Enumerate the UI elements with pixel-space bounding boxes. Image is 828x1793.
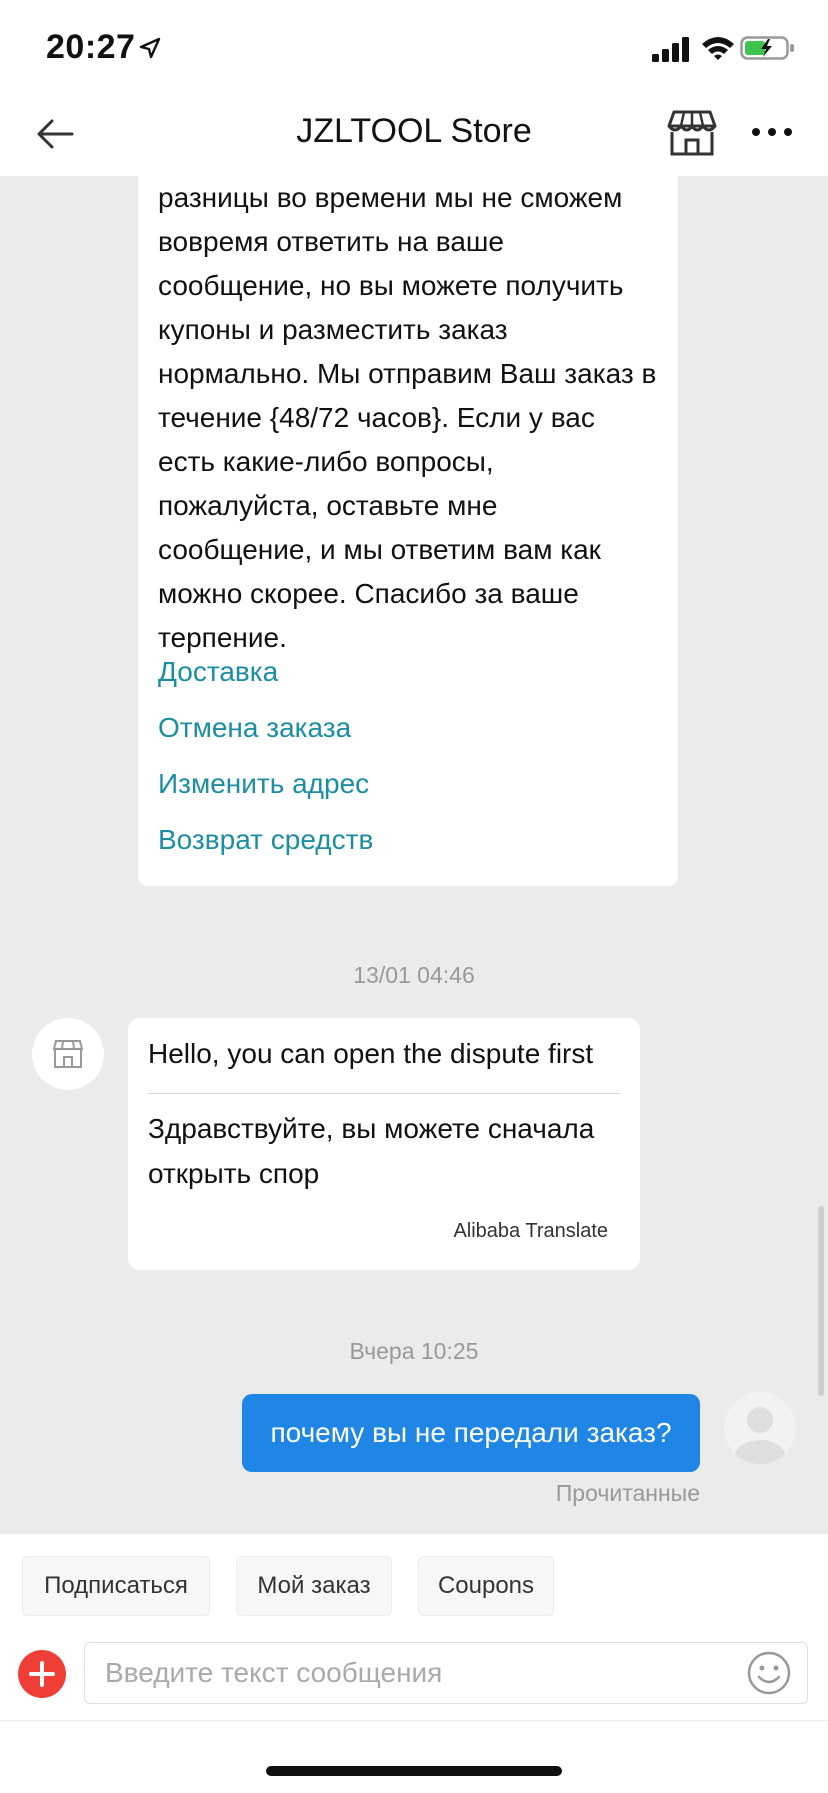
add-attachment-button[interactable] bbox=[18, 1650, 66, 1698]
auto-reply-card: разницы во времени мы не сможем вовремя … bbox=[138, 176, 678, 886]
cellular-signal-icon bbox=[652, 37, 689, 62]
auto-reply-text: разницы во времени мы не сможем вовремя … bbox=[158, 182, 657, 653]
message-translated-text: Здравствуйте, вы можете сначала открыть … bbox=[148, 1113, 595, 1189]
wifi-icon bbox=[702, 37, 734, 60]
quick-actions-bar: Подписаться Мой заказ Coupons bbox=[0, 1534, 828, 1642]
status-bar: 20:27 bbox=[0, 0, 828, 100]
my-order-button[interactable]: Мой заказ bbox=[236, 1556, 392, 1616]
user-message-bubble[interactable]: почему вы не передали заказ? bbox=[242, 1394, 700, 1472]
message-timestamp: 13/01 04:46 bbox=[353, 962, 475, 988]
emoji-icon[interactable] bbox=[746, 1650, 792, 1696]
store-message-bubble[interactable]: Hello, you can open the dispute first Зд… bbox=[128, 1018, 640, 1270]
store-icon bbox=[52, 1040, 84, 1068]
location-arrow-icon bbox=[139, 37, 161, 59]
quick-link-delivery[interactable]: Доставка bbox=[158, 656, 278, 688]
chat-area[interactable]: разницы во времени мы не сможем вовремя … bbox=[0, 176, 828, 1534]
user-icon bbox=[734, 1407, 786, 1464]
quick-link-cancel-order[interactable]: Отмена заказа bbox=[158, 712, 351, 744]
quick-link-refund[interactable]: Возврат средств bbox=[158, 824, 373, 856]
subscribe-button[interactable]: Подписаться bbox=[22, 1556, 210, 1616]
more-options-icon[interactable] bbox=[748, 120, 796, 144]
coupons-button[interactable]: Coupons bbox=[418, 1556, 554, 1616]
home-indicator[interactable] bbox=[266, 1766, 562, 1776]
message-input-row bbox=[0, 1642, 828, 1720]
message-original-text: Hello, you can open the dispute first bbox=[148, 1038, 594, 1069]
battery-charging-icon bbox=[740, 36, 794, 60]
status-time: 20:27 bbox=[46, 28, 136, 66]
bottom-safe-area bbox=[0, 1720, 828, 1793]
store-icon[interactable] bbox=[666, 108, 718, 158]
translation-divider bbox=[148, 1093, 620, 1094]
translation-provider: Alibaba Translate bbox=[453, 1220, 608, 1242]
message-timestamp: Вчера 10:25 bbox=[349, 1338, 479, 1364]
message-input[interactable] bbox=[84, 1642, 808, 1704]
read-status: Прочитанные bbox=[555, 1480, 700, 1506]
store-avatar[interactable] bbox=[32, 1018, 104, 1090]
nav-bar: JZLTOOL Store bbox=[0, 100, 828, 176]
chat-scrollbar[interactable] bbox=[818, 1206, 824, 1396]
quick-link-change-address[interactable]: Изменить адрес bbox=[158, 768, 369, 800]
user-avatar[interactable] bbox=[724, 1392, 796, 1464]
